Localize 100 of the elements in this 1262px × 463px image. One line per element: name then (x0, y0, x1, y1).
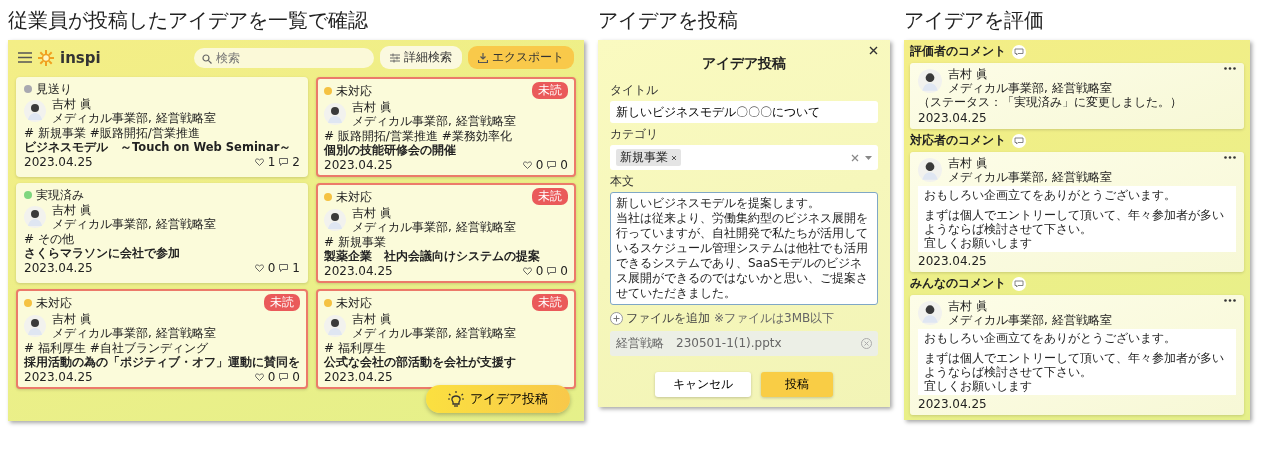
avatar-icon (918, 69, 942, 93)
idea-tags: # 販路開拓/営業推進 #業務効率化 (324, 129, 568, 143)
unread-badge: 未読 (532, 188, 568, 205)
sun-logo-icon (38, 49, 54, 66)
author-name: 吉村 眞 (352, 206, 393, 220)
like-count: 0 (535, 264, 544, 278)
comment-count: 2 (292, 155, 300, 169)
author-name: 吉村 眞 (948, 67, 989, 81)
idea-title: 採用活動の為の「ポジティブ・オフ」運動に賛同を (24, 355, 300, 370)
status-label: 未対応 (336, 189, 372, 204)
comment-section-heading: みんなのコメント (910, 275, 1006, 292)
heart-icon[interactable] (522, 267, 532, 275)
category-select[interactable]: 新規事業 (610, 145, 878, 170)
like-count: 0 (267, 370, 276, 384)
author-name: 吉村 眞 (52, 203, 93, 217)
comment-count: 1 (292, 261, 300, 275)
more-icon[interactable] (1224, 67, 1236, 70)
idea-card[interactable]: 実現済み 吉村 眞 メディカル事業部, 経営戦略室 # その他 さくらマラソンに会社で参加 2023.04.25 0 1 (16, 183, 308, 283)
author-department: メディカル事業部, 経営戦略室 (352, 326, 516, 340)
post-date: 2023.04.25 (24, 261, 93, 275)
comment-icon[interactable] (547, 161, 557, 169)
like-count: 0 (535, 158, 544, 172)
comment-icon[interactable] (279, 264, 289, 272)
post-date: 2023.04.25 (24, 155, 93, 169)
idea-card[interactable]: 未対応 未読 吉村 眞 メディカル事業部, 経営戦略室 # 福利厚生 #自社ブランディング 採用活動の為の「ポジティブ・オフ」運動に賛同を 2023.04.25 0 0 (16, 289, 308, 389)
filter-icon (390, 52, 400, 63)
heart-icon[interactable] (254, 264, 264, 272)
post-date: 2023.04.25 (324, 370, 393, 384)
idea-card[interactable]: 未対応 未読 吉村 眞 メディカル事業部, 経営戦略室 # 福利厚生 公式な会社の部活動を会社が支援す 2023.04.25 (316, 289, 576, 389)
comment-icon[interactable] (279, 158, 289, 166)
comment-date: 2023.04.25 (918, 111, 988, 125)
heart-icon[interactable] (254, 158, 264, 166)
author-department: メディカル事業部, 経営戦略室 (52, 217, 216, 231)
menu-icon[interactable] (18, 52, 32, 63)
field-label: カテゴリ (610, 126, 659, 143)
avatar-icon (24, 206, 46, 228)
caret-icon[interactable] (865, 155, 872, 160)
close-icon[interactable] (869, 46, 878, 55)
idea-tags: # 新規事業 (324, 235, 568, 249)
comment-text: 宜しくお願いします (924, 379, 1033, 393)
comment-date: 2023.04.25 (918, 254, 988, 268)
comment-count: 0 (560, 158, 568, 172)
author-department: メディカル事業部, 経営戦略室 (52, 111, 216, 125)
avatar-icon (918, 301, 942, 325)
heart-icon[interactable] (522, 161, 532, 169)
cancel-button[interactable]: キャンセル (655, 372, 751, 397)
title-input[interactable]: 新しいビジネスモデル〇〇〇について (610, 101, 878, 123)
author-department: メディカル事業部, 経営戦略室 (352, 220, 516, 234)
avatar-icon (324, 103, 346, 125)
download-icon (478, 52, 488, 63)
comment-text: 宜しくお願いします (924, 236, 1033, 250)
heart-icon[interactable] (254, 373, 264, 381)
comment-count: 0 (560, 264, 568, 278)
author-department: メディカル事業部, 経営戦略室 (352, 114, 516, 128)
author-department: メディカル事業部, 経営戦略室 (948, 170, 1112, 184)
author-name: 吉村 眞 (352, 312, 393, 326)
comment-section-heading: 対応者のコメント (910, 132, 1006, 149)
search-icon (202, 53, 212, 64)
idea-card[interactable]: 未対応 未読 吉村 眞 メディカル事業部, 経営戦略室 # 新規事業 製薬企業 社内会議向けシステムの提案 2023.04.25 0 0 (316, 183, 576, 283)
idea-title: 個別の技能研修会の開催 (324, 143, 457, 158)
search-field[interactable]: 検索 (194, 47, 374, 68)
idea-tags: # 福利厚生 (324, 341, 568, 355)
avatar-icon (24, 315, 46, 337)
post-idea-button[interactable]: アイデア投稿 (426, 385, 570, 413)
category-chip[interactable]: 新規事業 (616, 149, 681, 166)
clear-icon[interactable] (851, 153, 859, 162)
comment-icon (1012, 133, 1026, 148)
more-icon[interactable] (1224, 156, 1236, 159)
more-icon[interactable] (1224, 299, 1236, 302)
comment-date: 2023.04.25 (918, 397, 988, 411)
file-size-note: ※ファイルは3MB以下 (714, 310, 835, 327)
detail-search-button[interactable]: 詳細検索 (380, 46, 462, 69)
export-button[interactable]: エクスポート (468, 46, 574, 69)
idea-title: 公式な会社の部活動を会社が支援す (324, 355, 517, 370)
author-department: メディカル事業部, 経営戦略室 (948, 313, 1112, 327)
avatar-icon (918, 158, 942, 182)
status-label: 実現済み (36, 188, 84, 202)
author-department: メディカル事業部, 経営戦略室 (948, 81, 1112, 95)
remove-icon[interactable] (671, 154, 677, 161)
avatar-icon (324, 209, 346, 231)
comment-section-heading: 評価者のコメント (910, 43, 1006, 60)
body-textarea[interactable]: 新しいビジネスモデルを提案します。 当社は従来より、労働集約型のビジネス展開を行っていますが、自社開発で私たちが活用しているスケジュール管理システムは他社でも活用できるシステムであり、SaaSモデルのビジネス展開ができるのではないかと思い、ご提案させていただきました。 (610, 192, 878, 305)
comment-icon[interactable] (279, 373, 289, 381)
idea-card[interactable]: 未対応 未読 吉村 眞 メディカル事業部, 経営戦略室 # 販路開拓/営業推進 #業務効率化 個別の技能研修会の開催 2023.04.25 0 0 (316, 77, 576, 177)
plus-circle-icon (610, 312, 623, 325)
like-count: 0 (267, 261, 276, 275)
unread-badge: 未読 (532, 294, 568, 311)
comment-text: おもしろい企画立てをありがとうございます。 (924, 331, 1177, 345)
idea-tags: # 新規事業 #販路開拓/営業推進 (24, 126, 300, 140)
comment-icon[interactable] (547, 267, 557, 275)
idea-card[interactable]: 見送り 吉村 眞 メディカル事業部, 経営戦略室 # 新規事業 #販路開拓/営業推進 ビジネスモデル ～Touch on Web Seminar～ 2023.04.25 1 2 (16, 77, 308, 177)
status-label: 未対応 (336, 83, 372, 98)
author-name: 吉村 眞 (52, 97, 93, 111)
submit-button[interactable]: 投稿 (761, 372, 833, 397)
comment-icon (1012, 276, 1026, 291)
add-file-button[interactable]: ファイルを追加 (610, 310, 710, 327)
status-label: 未対応 (336, 295, 372, 310)
idea-title: ビジネスモデル ～Touch on Web Seminar～ (24, 140, 293, 155)
dialog-title: アイデア投稿 (701, 55, 787, 73)
field-label: 本文 (610, 173, 635, 190)
